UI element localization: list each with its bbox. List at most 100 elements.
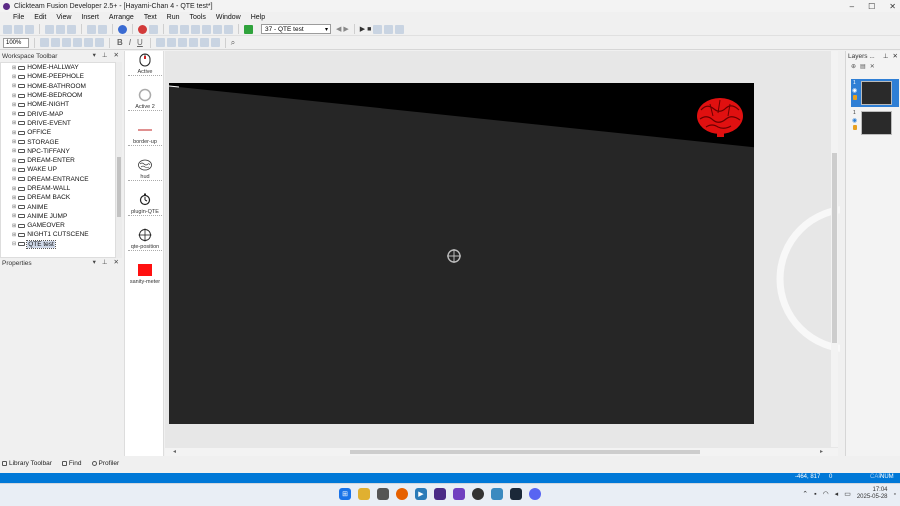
open-icon[interactable]: [14, 24, 23, 34]
expand-icon[interactable]: ⊞: [12, 148, 16, 154]
menu-help[interactable]: Help: [246, 14, 270, 21]
redo-icon[interactable]: [98, 24, 107, 34]
menu-tools[interactable]: Tools: [185, 14, 211, 21]
expand-icon[interactable]: ⊞: [12, 139, 16, 145]
pin-icon[interactable]: ⊥: [883, 52, 889, 60]
play-icon[interactable]: ▶: [360, 25, 365, 33]
align-icon[interactable]: [73, 38, 82, 47]
image-editor-icon[interactable]: [224, 24, 233, 34]
copy-icon[interactable]: [56, 24, 65, 34]
tree-item[interactable]: ⊞ NPC-TIFFANY: [1, 147, 115, 156]
text-valign-icon[interactable]: [210, 38, 220, 47]
dropdown-icon[interactable]: ▾: [93, 258, 96, 266]
layer-properties-icon[interactable]: ▤: [860, 63, 866, 70]
menu-view[interactable]: View: [51, 14, 76, 21]
align-icon[interactable]: [95, 38, 104, 47]
tree-item[interactable]: ⊞ HOME-PEEPHOLE: [1, 72, 115, 81]
lock-icon[interactable]: [853, 125, 857, 130]
tree-item-selected[interactable]: ⊟ QTE test: [1, 239, 115, 249]
object-plugin-qte[interactable]: plugin-QTE: [125, 193, 165, 216]
tree-item[interactable]: ⊞ HOME-BEDROOM: [1, 91, 115, 100]
lock-icon[interactable]: [853, 95, 857, 100]
text-valign-icon[interactable]: [199, 38, 209, 47]
close-panel-icon[interactable]: ✕: [114, 51, 119, 59]
expand-icon[interactable]: ⊞: [12, 204, 16, 210]
undo-icon[interactable]: [87, 24, 96, 34]
menu-text[interactable]: Text: [139, 14, 162, 21]
editor-icon[interactable]: [149, 24, 158, 34]
italic-button[interactable]: I: [127, 38, 133, 47]
search-icon[interactable]: ⌕: [231, 38, 235, 48]
tree-item[interactable]: ⊞ NIGHT1 CUTSCENE: [1, 230, 115, 239]
start-icon[interactable]: ⊞: [339, 488, 351, 500]
pin-icon[interactable]: ⊥: [102, 258, 108, 266]
qte-position-crosshair[interactable]: [447, 249, 461, 263]
app-icon[interactable]: [491, 488, 503, 500]
expand-icon[interactable]: ⊞: [12, 213, 16, 219]
discord-icon[interactable]: [529, 488, 541, 500]
save-icon[interactable]: [25, 24, 34, 34]
scrollbar-thumb[interactable]: [117, 157, 121, 217]
clickteam-icon[interactable]: [434, 488, 446, 500]
align-icon[interactable]: [51, 38, 60, 47]
scrollbar-thumb[interactable]: [832, 153, 837, 343]
data-elements-icon[interactable]: [213, 24, 222, 34]
expand-icon[interactable]: ⊞: [12, 167, 16, 173]
notifications-icon[interactable]: ▫: [894, 491, 896, 498]
menu-run[interactable]: Run: [162, 14, 185, 21]
underline-button[interactable]: U: [135, 38, 145, 47]
scrollbar-thumb[interactable]: [350, 450, 700, 454]
event-list-icon[interactable]: [202, 24, 211, 34]
tree-item[interactable]: ⊞ HOME-HALLWAY: [1, 63, 115, 72]
help-icon[interactable]: [118, 24, 127, 34]
app-icon[interactable]: [472, 488, 484, 500]
wifi-icon[interactable]: ◠: [823, 490, 829, 498]
menu-edit[interactable]: Edit: [29, 14, 51, 21]
expand-icon[interactable]: ⊞: [12, 195, 16, 201]
align-icon[interactable]: [40, 38, 49, 47]
tree-item[interactable]: ⊞ DREAM-ENTER: [1, 156, 115, 165]
object-hud[interactable]: hud: [125, 158, 165, 181]
eye-icon[interactable]: ◉: [852, 117, 857, 124]
new-icon[interactable]: [3, 24, 12, 34]
stop-icon[interactable]: [138, 24, 147, 34]
text-align-left-icon[interactable]: [155, 38, 165, 47]
tree-item[interactable]: ⊞ HOME-BATHROOM: [1, 82, 115, 91]
tree-item[interactable]: ⊞ DRIVE-MAP: [1, 109, 115, 118]
expand-icon[interactable]: ⊞: [12, 65, 16, 71]
new-layer-icon[interactable]: ⊕: [851, 63, 856, 70]
event-editor-icon[interactable]: [191, 24, 200, 34]
frame-canvas[interactable]: [169, 83, 754, 424]
file-explorer-icon[interactable]: [358, 488, 370, 500]
workspace-scrollbar[interactable]: [116, 62, 122, 258]
close-button[interactable]: ✕: [889, 2, 896, 11]
collapse-icon[interactable]: ⊟: [12, 241, 16, 247]
expand-icon[interactable]: ⊞: [12, 158, 16, 164]
tree-item[interactable]: ⊞ HOME-NIGHT: [1, 100, 115, 109]
object-qte-position[interactable]: qte-position: [125, 228, 165, 251]
expand-icon[interactable]: ⊞: [12, 93, 16, 99]
text-align-right-icon[interactable]: [177, 38, 187, 47]
menu-insert[interactable]: Insert: [76, 14, 104, 21]
hud-band[interactable]: [169, 83, 754, 148]
object-active[interactable]: Active: [125, 53, 165, 76]
paste-icon[interactable]: [67, 24, 76, 34]
frame-size-icon[interactable]: [384, 24, 394, 34]
expand-icon[interactable]: ⊞: [12, 130, 16, 136]
tree-item[interactable]: ⊞ ANIME JUMP: [1, 212, 115, 221]
storyboard-icon[interactable]: [169, 24, 178, 34]
expand-icon[interactable]: ⊞: [12, 232, 16, 238]
tree-item[interactable]: ⊞ GAMEOVER: [1, 221, 115, 230]
ring-object[interactable]: [770, 189, 840, 369]
dropdown-icon[interactable]: ▾: [93, 51, 96, 59]
media-player-icon[interactable]: [377, 488, 389, 500]
text-justify-icon[interactable]: [188, 38, 198, 47]
menu-window[interactable]: Window: [211, 14, 246, 21]
expand-icon[interactable]: ⊞: [12, 83, 16, 89]
align-icon[interactable]: [62, 38, 71, 47]
expand-icon[interactable]: ⊞: [12, 176, 16, 182]
tray-app-icon[interactable]: ▪: [814, 491, 816, 498]
tree-item[interactable]: ⊞ ANIME: [1, 202, 115, 211]
menu-arrange[interactable]: Arrange: [104, 14, 139, 21]
cut-icon[interactable]: [45, 24, 54, 34]
